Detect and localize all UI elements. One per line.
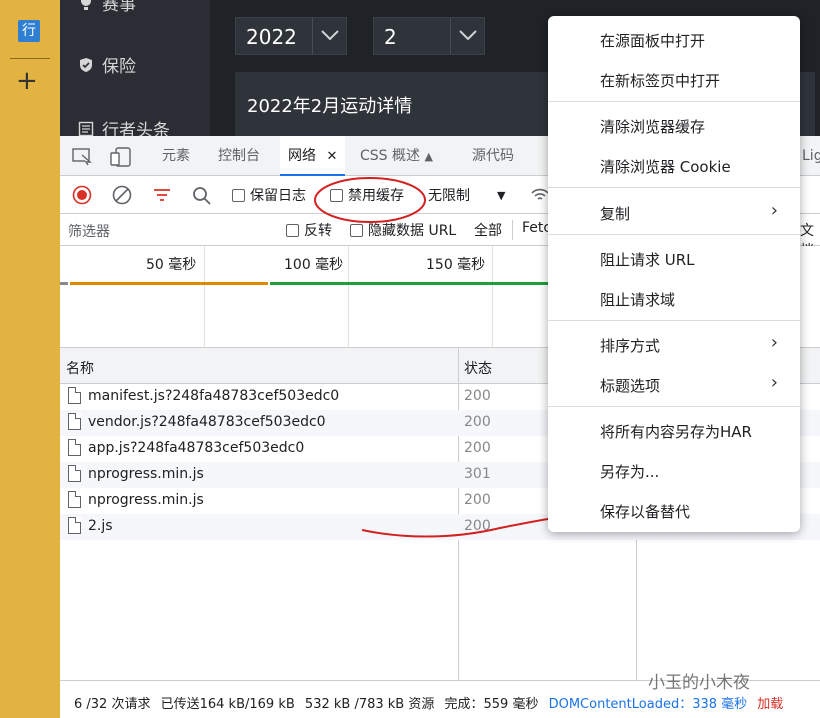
menu-separator — [548, 406, 800, 407]
watermark: 小玉的小木夜 — [648, 673, 750, 693]
menu-sort-by[interactable]: 排序方式 — [600, 335, 660, 356]
menu-clear-cookies[interactable]: 清除浏览器 Cookie — [600, 156, 731, 177]
menu-clear-cache[interactable]: 清除浏览器缓存 — [600, 116, 705, 137]
context-menu: 在源面板中打开 在新标签页中打开 清除浏览器缓存 清除浏览器 Cookie 复制… — [548, 16, 800, 532]
chevron-right-icon: › — [770, 332, 778, 353]
menu-separator — [548, 320, 800, 321]
chevron-right-icon: › — [770, 372, 778, 393]
menu-separator — [548, 234, 800, 235]
annotation-circle — [314, 177, 426, 223]
menu-copy[interactable]: 复制 — [600, 203, 630, 224]
menu-open-in-new-tab[interactable]: 在新标签页中打开 — [600, 70, 720, 91]
chevron-right-icon: › — [770, 200, 778, 221]
menu-separator — [548, 187, 800, 188]
menu-block-request-domain[interactable]: 阻止请求域 — [600, 289, 675, 310]
menu-save-for-overrides[interactable]: 保存以备替代 — [600, 501, 690, 522]
menu-header-options[interactable]: 标题选项 — [600, 375, 660, 396]
menu-open-in-sources[interactable]: 在源面板中打开 — [600, 30, 705, 51]
menu-save-all-as-har[interactable]: 将所有内容另存为HAR — [600, 421, 752, 442]
menu-save-as[interactable]: 另存为... — [600, 461, 659, 482]
menu-separator — [548, 101, 800, 102]
menu-block-request-url[interactable]: 阻止请求 URL — [600, 249, 695, 270]
